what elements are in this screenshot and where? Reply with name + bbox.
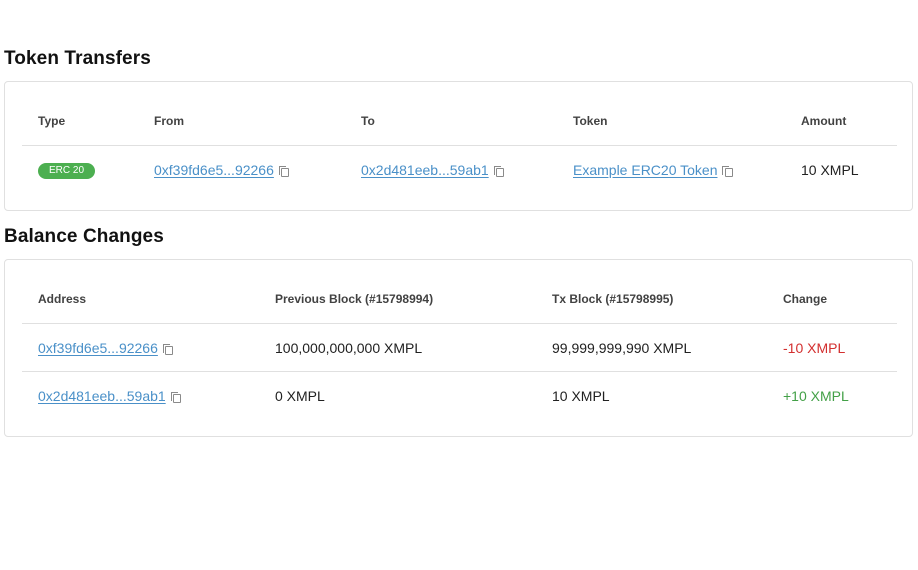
address-cell: 0x2d481eeb...59ab1 xyxy=(38,388,182,404)
type-cell: ERC 20 xyxy=(38,163,96,179)
token-transfers-card: Type From To Token Amount ERC 20 0xf39fd… xyxy=(4,81,913,211)
token-link[interactable]: Example ERC20 Token xyxy=(573,162,717,178)
column-header-to: To xyxy=(361,114,375,128)
column-header-change: Change xyxy=(783,292,828,306)
previous-balance-cell: 0 XMPL xyxy=(275,388,325,404)
column-header-token: Token xyxy=(573,114,608,128)
table-header-row: Type From To Token Amount xyxy=(22,82,897,146)
table-row: 0x2d481eeb...59ab1 0 XMPL 10 XMPL +10 XM… xyxy=(22,372,897,420)
column-header-address: Address xyxy=(38,292,87,306)
copy-icon[interactable] xyxy=(493,165,505,177)
copy-icon[interactable] xyxy=(278,165,290,177)
from-address-link[interactable]: 0xf39fd6e5...92266 xyxy=(154,162,274,178)
token-transfers-title: Token Transfers xyxy=(4,48,151,69)
balance-changes-title: Balance Changes xyxy=(4,226,164,247)
token-cell: Example ERC20 Token xyxy=(573,162,733,178)
tx-block-balance-cell: 10 XMPL xyxy=(552,388,610,404)
copy-icon[interactable] xyxy=(722,165,733,177)
amount-cell: 10 XMPL xyxy=(801,162,859,178)
table-header-row: Address Previous Block (#15798994) Tx Bl… xyxy=(22,260,897,324)
table-row: 0xf39fd6e5...92266 100,000,000,000 XMPL … xyxy=(22,324,897,372)
erc20-badge: ERC 20 xyxy=(38,163,96,179)
address-cell: 0xf39fd6e5...92266 xyxy=(38,340,174,356)
to-cell: 0x2d481eeb...59ab1 xyxy=(361,162,505,178)
column-header-tx-block: Tx Block (#15798995) xyxy=(552,292,674,306)
change-cell: -10 XMPL xyxy=(783,340,846,356)
from-cell: 0xf39fd6e5...92266 xyxy=(154,162,290,178)
to-address-link[interactable]: 0x2d481eeb...59ab1 xyxy=(361,162,489,178)
balance-changes-card: Address Previous Block (#15798994) Tx Bl… xyxy=(4,259,913,437)
tx-block-balance-cell: 99,999,999,990 XMPL xyxy=(552,340,692,356)
table-row: ERC 20 0xf39fd6e5...92266 0x2d481eeb...5… xyxy=(22,146,897,194)
address-link[interactable]: 0x2d481eeb...59ab1 xyxy=(38,388,166,404)
column-header-type: Type xyxy=(38,114,66,128)
previous-balance-cell: 100,000,000,000 XMPL xyxy=(275,340,423,356)
column-header-amount: Amount xyxy=(801,114,847,128)
change-cell: +10 XMPL xyxy=(783,388,849,404)
address-link[interactable]: 0xf39fd6e5...92266 xyxy=(38,340,158,356)
copy-icon[interactable] xyxy=(162,343,174,355)
column-header-from: From xyxy=(154,114,184,128)
copy-icon[interactable] xyxy=(170,391,182,403)
column-header-previous-block: Previous Block (#15798994) xyxy=(275,292,434,306)
balance-changes-table: Address Previous Block (#15798994) Tx Bl… xyxy=(22,260,897,420)
token-transfers-table: Type From To Token Amount ERC 20 0xf39fd… xyxy=(22,82,897,194)
